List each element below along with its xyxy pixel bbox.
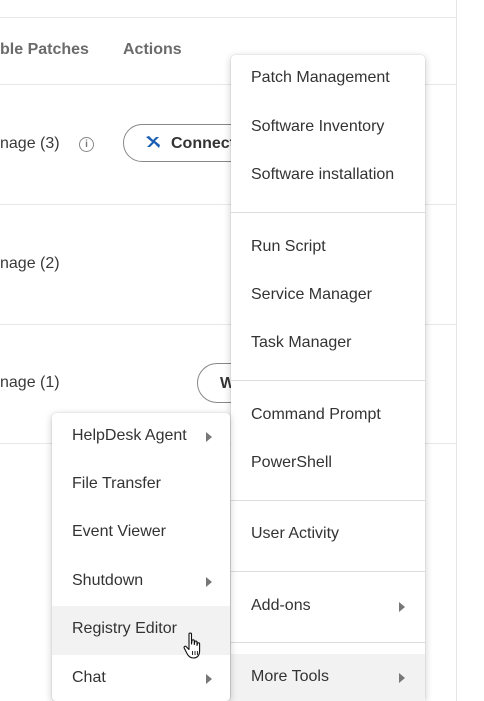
column-header-actions: Actions xyxy=(123,41,182,58)
chevron-right-icon xyxy=(399,673,405,683)
manage-link[interactable]: nage (2) xyxy=(0,255,60,273)
menu-item-software-inventory[interactable]: Software Inventory xyxy=(231,104,425,152)
menu-item-powershell[interactable]: PowerShell xyxy=(231,440,425,488)
menu-item-patch-management[interactable]: Patch Management xyxy=(231,55,425,103)
hand-cursor-icon xyxy=(183,632,201,659)
menu-item-service-manager[interactable]: Service Manager xyxy=(231,272,425,320)
manage-link[interactable]: nage (3) xyxy=(0,135,60,153)
right-gutter xyxy=(457,0,484,701)
menu-item-task-manager[interactable]: Task Manager xyxy=(231,320,425,368)
divider xyxy=(0,17,457,18)
submenu-item-helpdesk-agent[interactable]: HelpDesk Agent xyxy=(52,413,230,461)
submenu-item-event-viewer[interactable]: Event Viewer xyxy=(52,509,230,557)
column-header-available-patches[interactable]: ble Patches xyxy=(0,41,89,59)
manage-link[interactable]: nage (1) xyxy=(0,374,60,392)
menu-item-more-tools[interactable]: More Tools xyxy=(231,654,425,701)
menu-item-run-script[interactable]: Run Script xyxy=(231,224,425,272)
actions-menu: Patch Management Software Inventory Soft… xyxy=(231,55,425,701)
chevron-right-icon xyxy=(206,674,212,684)
connect-icon xyxy=(144,134,162,152)
menu-separator xyxy=(231,212,425,213)
connect-label: Connect xyxy=(171,135,235,152)
menu-item-add-ons[interactable]: Add-ons xyxy=(231,583,425,631)
submenu-item-chat[interactable]: Chat xyxy=(52,655,230,701)
menu-item-command-prompt[interactable]: Command Prompt xyxy=(231,392,425,440)
menu-item-user-activity[interactable]: User Activity xyxy=(231,511,425,559)
menu-separator xyxy=(231,500,425,501)
menu-separator xyxy=(231,642,425,643)
menu-item-software-installation[interactable]: Software installation xyxy=(231,152,425,200)
menu-separator xyxy=(231,380,425,381)
menu-separator xyxy=(231,571,425,572)
submenu-item-shutdown[interactable]: Shutdown xyxy=(52,558,230,606)
info-icon[interactable]: i xyxy=(79,137,94,152)
chevron-right-icon xyxy=(206,432,212,442)
submenu-item-file-transfer[interactable]: File Transfer xyxy=(52,461,230,509)
chevron-right-icon xyxy=(206,577,212,587)
chevron-right-icon xyxy=(399,602,405,612)
